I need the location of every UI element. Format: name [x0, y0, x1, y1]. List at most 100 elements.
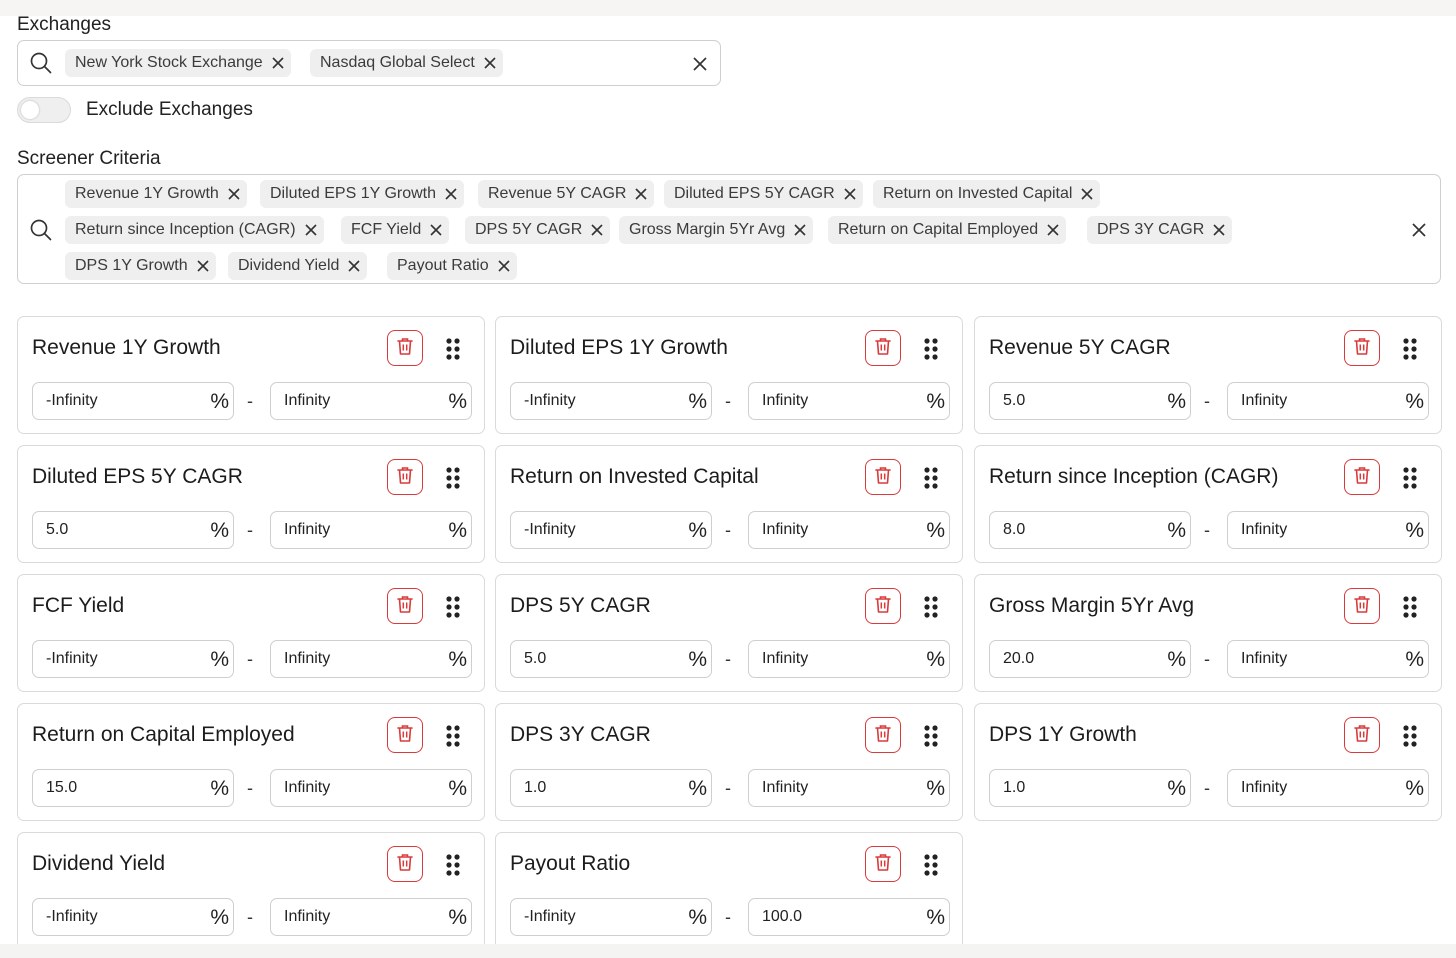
min-value-input[interactable]	[990, 383, 1160, 419]
max-value-field[interactable]: %	[270, 769, 472, 807]
max-value-input[interactable]	[1228, 383, 1398, 419]
min-value-input[interactable]	[33, 641, 203, 677]
delete-criterion-button[interactable]	[865, 846, 901, 882]
min-value-field[interactable]: %	[989, 511, 1191, 549]
drag-handle-icon[interactable]	[922, 595, 940, 619]
drag-handle-icon[interactable]	[444, 595, 462, 619]
max-value-input[interactable]	[271, 641, 441, 677]
criteria-chip[interactable]: Payout Ratio	[387, 252, 517, 280]
max-value-field[interactable]: %	[270, 640, 472, 678]
max-value-field[interactable]: %	[748, 769, 950, 807]
min-value-field[interactable]: %	[510, 898, 712, 936]
min-value-input[interactable]	[511, 770, 681, 806]
drag-handle-icon[interactable]	[444, 466, 462, 490]
chip-remove-icon[interactable]	[1080, 187, 1094, 201]
drag-handle-icon[interactable]	[922, 853, 940, 877]
delete-criterion-button[interactable]	[1344, 588, 1380, 624]
drag-handle-icon[interactable]	[922, 337, 940, 361]
drag-handle-icon[interactable]	[1401, 595, 1419, 619]
chip-remove-icon[interactable]	[304, 223, 318, 237]
max-value-input[interactable]	[1228, 512, 1398, 548]
max-value-input[interactable]	[271, 512, 441, 548]
chip-remove-icon[interactable]	[483, 56, 497, 70]
delete-criterion-button[interactable]	[387, 846, 423, 882]
max-value-input[interactable]	[271, 770, 441, 806]
min-value-input[interactable]	[511, 899, 681, 935]
min-value-input[interactable]	[990, 770, 1160, 806]
delete-criterion-button[interactable]	[1344, 717, 1380, 753]
drag-handle-icon[interactable]	[922, 466, 940, 490]
criteria-chip[interactable]: Return on Capital Employed	[828, 216, 1067, 244]
max-value-field[interactable]: %	[1227, 382, 1429, 420]
min-value-field[interactable]: %	[32, 640, 234, 678]
criteria-chip[interactable]: Revenue 5Y CAGR	[478, 180, 655, 208]
chip-remove-icon[interactable]	[271, 56, 285, 70]
chip-remove-icon[interactable]	[1212, 223, 1226, 237]
clear-criteria-icon[interactable]	[1409, 220, 1429, 240]
max-value-field[interactable]: %	[748, 382, 950, 420]
max-value-field[interactable]: %	[1227, 640, 1429, 678]
criteria-chip[interactable]: FCF Yield	[341, 216, 450, 244]
drag-handle-icon[interactable]	[922, 724, 940, 748]
min-value-field[interactable]: %	[989, 769, 1191, 807]
min-value-input[interactable]	[511, 383, 681, 419]
max-value-field[interactable]: %	[1227, 769, 1429, 807]
min-value-field[interactable]: %	[32, 898, 234, 936]
delete-criterion-button[interactable]	[387, 717, 423, 753]
drag-handle-icon[interactable]	[444, 337, 462, 361]
drag-handle-icon[interactable]	[1401, 466, 1419, 490]
criteria-chip[interactable]: Dividend Yield	[228, 252, 368, 280]
delete-criterion-button[interactable]	[387, 459, 423, 495]
min-value-input[interactable]	[33, 383, 203, 419]
criteria-chip[interactable]: Return since Inception (CAGR)	[65, 216, 324, 244]
exchange-chip[interactable]: Nasdaq Global Select	[310, 49, 503, 77]
clear-exchanges-icon[interactable]	[690, 54, 710, 74]
min-value-field[interactable]: %	[32, 382, 234, 420]
max-value-input[interactable]	[749, 641, 919, 677]
delete-criterion-button[interactable]	[865, 717, 901, 753]
chip-remove-icon[interactable]	[634, 187, 648, 201]
chip-remove-icon[interactable]	[590, 223, 604, 237]
chip-remove-icon[interactable]	[843, 187, 857, 201]
min-value-field[interactable]: %	[989, 382, 1191, 420]
max-value-field[interactable]: %	[1227, 511, 1429, 549]
max-value-input[interactable]	[271, 899, 441, 935]
max-value-input[interactable]	[749, 383, 919, 419]
chip-remove-icon[interactable]	[227, 187, 241, 201]
min-value-input[interactable]	[990, 512, 1160, 548]
min-value-input[interactable]	[990, 641, 1160, 677]
criteria-chip[interactable]: Revenue 1Y Growth	[65, 180, 247, 208]
max-value-input[interactable]	[1228, 641, 1398, 677]
criteria-chip[interactable]: Return on Invested Capital	[873, 180, 1101, 208]
min-value-field[interactable]: %	[510, 382, 712, 420]
drag-handle-icon[interactable]	[1401, 337, 1419, 361]
delete-criterion-button[interactable]	[1344, 459, 1380, 495]
criteria-chip[interactable]: Diluted EPS 1Y Growth	[260, 180, 465, 208]
min-value-field[interactable]: %	[510, 640, 712, 678]
exchange-chip[interactable]: New York Stock Exchange	[65, 49, 291, 77]
chip-remove-icon[interactable]	[196, 259, 210, 273]
min-value-input[interactable]	[33, 770, 203, 806]
min-value-input[interactable]	[511, 641, 681, 677]
max-value-input[interactable]	[271, 383, 441, 419]
chip-remove-icon[interactable]	[1046, 223, 1060, 237]
max-value-field[interactable]: %	[270, 511, 472, 549]
max-value-input[interactable]	[749, 899, 919, 935]
min-value-field[interactable]: %	[32, 511, 234, 549]
drag-handle-icon[interactable]	[444, 724, 462, 748]
criteria-chip[interactable]: Gross Margin 5Yr Avg	[619, 216, 814, 244]
chip-remove-icon[interactable]	[429, 223, 443, 237]
min-value-field[interactable]: %	[510, 769, 712, 807]
delete-criterion-button[interactable]	[865, 330, 901, 366]
max-value-field[interactable]: %	[270, 898, 472, 936]
max-value-field[interactable]: %	[270, 382, 472, 420]
delete-criterion-button[interactable]	[865, 588, 901, 624]
max-value-field[interactable]: %	[748, 640, 950, 678]
max-value-field[interactable]: %	[748, 898, 950, 936]
max-value-input[interactable]	[1228, 770, 1398, 806]
min-value-input[interactable]	[33, 899, 203, 935]
min-value-input[interactable]	[33, 512, 203, 548]
delete-criterion-button[interactable]	[1344, 330, 1380, 366]
max-value-field[interactable]: %	[748, 511, 950, 549]
chip-remove-icon[interactable]	[497, 259, 511, 273]
